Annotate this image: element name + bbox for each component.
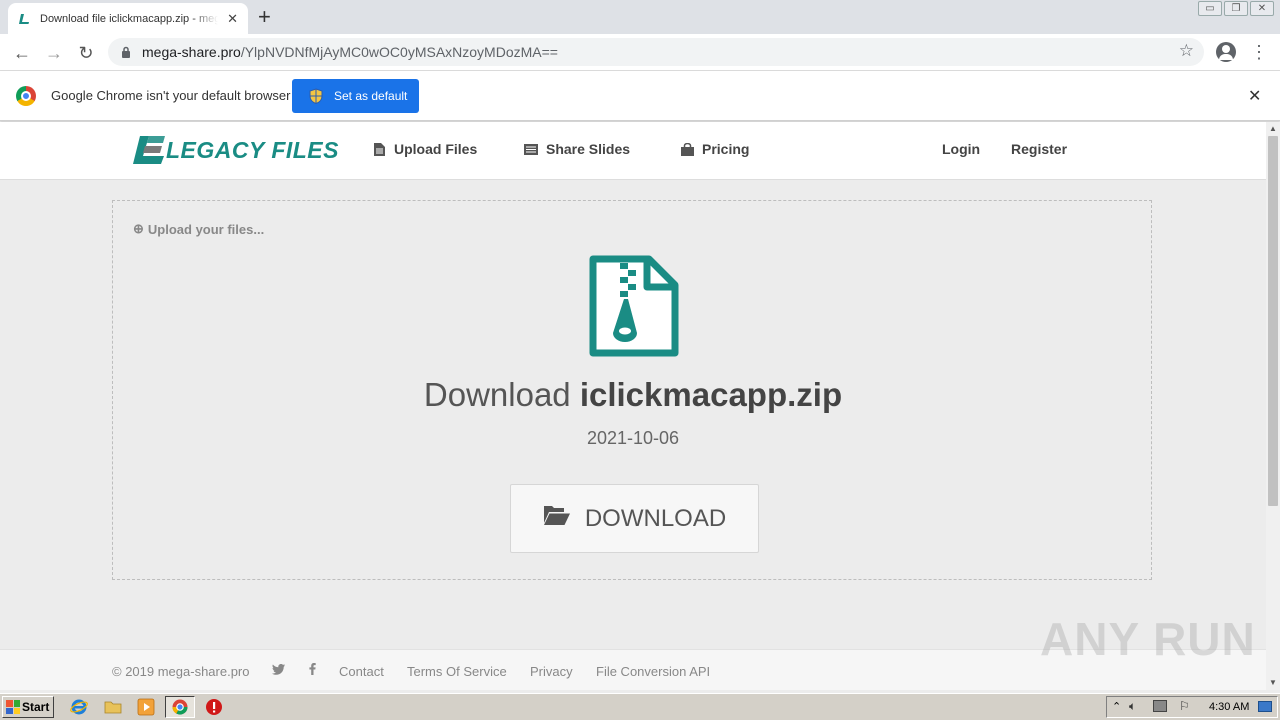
- close-window-button[interactable]: ✕: [1250, 1, 1274, 16]
- plus-circle-icon: ⊕: [133, 221, 144, 236]
- scroll-down-arrow-icon[interactable]: ▼: [1269, 678, 1277, 687]
- action-center-flag-icon[interactable]: ⚐: [1179, 699, 1190, 713]
- taskbar-clock[interactable]: 4:30 AM: [1209, 701, 1249, 713]
- set-as-default-button[interactable]: Set as default: [292, 79, 419, 113]
- browser-toolbar: ← → ↻ mega-share.pro/YlpNVDNfMjAyMC0wOC0…: [0, 34, 1280, 71]
- default-browser-infobar: Google Chrome isn't your default browser…: [0, 71, 1280, 121]
- tab-title: Download file iclickmacapp.zip - mega-sh…: [40, 12, 218, 25]
- download-title-prefix: Download: [423, 376, 571, 413]
- stop-sign-icon[interactable]: [205, 698, 223, 716]
- shopping-bag-icon: [680, 142, 694, 156]
- nav-register[interactable]: Register: [1011, 141, 1067, 157]
- restore-button[interactable]: ❐: [1224, 1, 1248, 16]
- logo-text: LEGACY FILES: [166, 136, 339, 163]
- infobar-message: Google Chrome isn't your default browser: [51, 88, 291, 103]
- back-arrow-icon[interactable]: ←: [10, 41, 34, 65]
- download-button-label: DOWNLOAD: [584, 504, 727, 532]
- zip-file-icon: [589, 255, 679, 357]
- download-filename: iclickmacapp.zip: [579, 376, 843, 413]
- start-button[interactable]: Start: [2, 696, 54, 718]
- page-viewport: LEGACY FILES Upload Files Share Slides P…: [0, 122, 1266, 690]
- download-button[interactable]: DOWNLOAD: [510, 484, 759, 553]
- bookmark-star-icon[interactable]: ☆: [1179, 41, 1194, 61]
- chrome-logo-icon: [16, 86, 36, 106]
- shield-icon: [308, 88, 324, 104]
- browser-tab[interactable]: Download file iclickmacapp.zip - mega-sh…: [8, 3, 248, 34]
- scroll-thumb[interactable]: [1268, 136, 1278, 506]
- footer-link-terms[interactable]: Terms Of Service: [407, 664, 507, 679]
- profile-avatar-icon[interactable]: [1216, 42, 1236, 62]
- nav-upload-files[interactable]: Upload Files: [372, 141, 477, 157]
- lock-icon: [122, 46, 130, 58]
- windows-taskbar: Start ⌃ 🔈︎ ⚐ 4:30 AM: [0, 693, 1280, 720]
- tray-expand-icon[interactable]: ⌃: [1112, 700, 1121, 713]
- nav-pricing-label: Pricing: [702, 141, 750, 157]
- show-desktop-icon[interactable]: [1258, 701, 1272, 712]
- folder-open-icon: [543, 504, 571, 533]
- twitter-icon[interactable]: [272, 663, 285, 678]
- speaker-icon[interactable]: 🔈︎: [1129, 699, 1136, 714]
- upload-hint[interactable]: ⊕ Upload your files...: [133, 221, 264, 237]
- nav-share-slides[interactable]: Share Slides: [524, 141, 630, 157]
- upload-dropzone[interactable]: ⊕ Upload your files... Download iclickma…: [112, 200, 1152, 580]
- scroll-up-arrow-icon[interactable]: ▲: [1269, 124, 1277, 133]
- anyrun-watermark: ANY RUN: [1040, 612, 1256, 666]
- new-tab-button[interactable]: +: [258, 4, 271, 30]
- footer-link-api[interactable]: File Conversion API: [596, 664, 710, 679]
- url-text: mega-share.pro/YlpNVDNfMjAyMC0wOC0yMSAxN…: [142, 44, 558, 60]
- footer-link-privacy[interactable]: Privacy: [530, 664, 573, 679]
- windows-logo-icon: [6, 700, 20, 714]
- download-title: Download iclickmacapp.zip: [113, 376, 1153, 414]
- url-host: mega-share.pro: [142, 44, 241, 60]
- nav-pricing[interactable]: Pricing: [680, 141, 749, 157]
- window-controls: ▭ ❐ ✕: [1198, 1, 1274, 16]
- system-tray: ⌃ 🔈︎ ⚐ 4:30 AM: [1106, 696, 1278, 718]
- slides-icon: [524, 142, 538, 156]
- file-icon: [372, 142, 386, 156]
- network-icon[interactable]: [1153, 700, 1167, 712]
- logo-mark-icon: [133, 136, 165, 164]
- site-header: LEGACY FILES Upload Files Share Slides P…: [0, 122, 1266, 180]
- tab-strip: Download file iclickmacapp.zip - mega-sh…: [0, 0, 1280, 34]
- nav-upload-label: Upload Files: [394, 141, 478, 157]
- start-label: Start: [22, 700, 50, 714]
- site-logo[interactable]: LEGACY FILES: [130, 134, 339, 166]
- file-explorer-icon[interactable]: [104, 698, 122, 716]
- url-path: /YlpNVDNfMjAyMC0wOC0yMSAxNzoyMDozMA==: [240, 44, 558, 60]
- infobar-close-icon[interactable]: ✕: [1248, 86, 1261, 106]
- facebook-icon[interactable]: [309, 663, 316, 678]
- upload-date: 2021-10-06: [586, 428, 680, 448]
- footer-link-contact[interactable]: Contact: [339, 664, 384, 679]
- footer-copyright: © 2019 mega-share.pro: [112, 664, 250, 679]
- media-player-icon[interactable]: [137, 698, 155, 716]
- site-favicon-icon: [18, 12, 32, 26]
- menu-dots-icon[interactable]: ⋮: [1250, 42, 1268, 62]
- set-as-default-label: Set as default: [334, 89, 408, 103]
- watermark-text: ANY RUN: [1040, 613, 1256, 665]
- chrome-taskbar-icon: [172, 699, 188, 715]
- page-scrollbar[interactable]: ▲ ▼: [1266, 122, 1280, 690]
- taskbar-chrome-active[interactable]: [165, 696, 195, 718]
- reload-icon[interactable]: ↻: [74, 41, 98, 65]
- tab-close-icon[interactable]: ✕: [227, 11, 238, 27]
- upload-hint-text: Upload your files...: [147, 221, 265, 237]
- nav-login[interactable]: Login: [942, 141, 980, 157]
- minimize-button[interactable]: ▭: [1198, 1, 1222, 16]
- internet-explorer-icon[interactable]: [70, 698, 88, 716]
- nav-slides-label: Share Slides: [546, 141, 631, 157]
- forward-arrow-icon[interactable]: →: [42, 41, 66, 65]
- address-bar[interactable]: mega-share.pro/YlpNVDNfMjAyMC0wOC0yMSAxN…: [108, 38, 1204, 66]
